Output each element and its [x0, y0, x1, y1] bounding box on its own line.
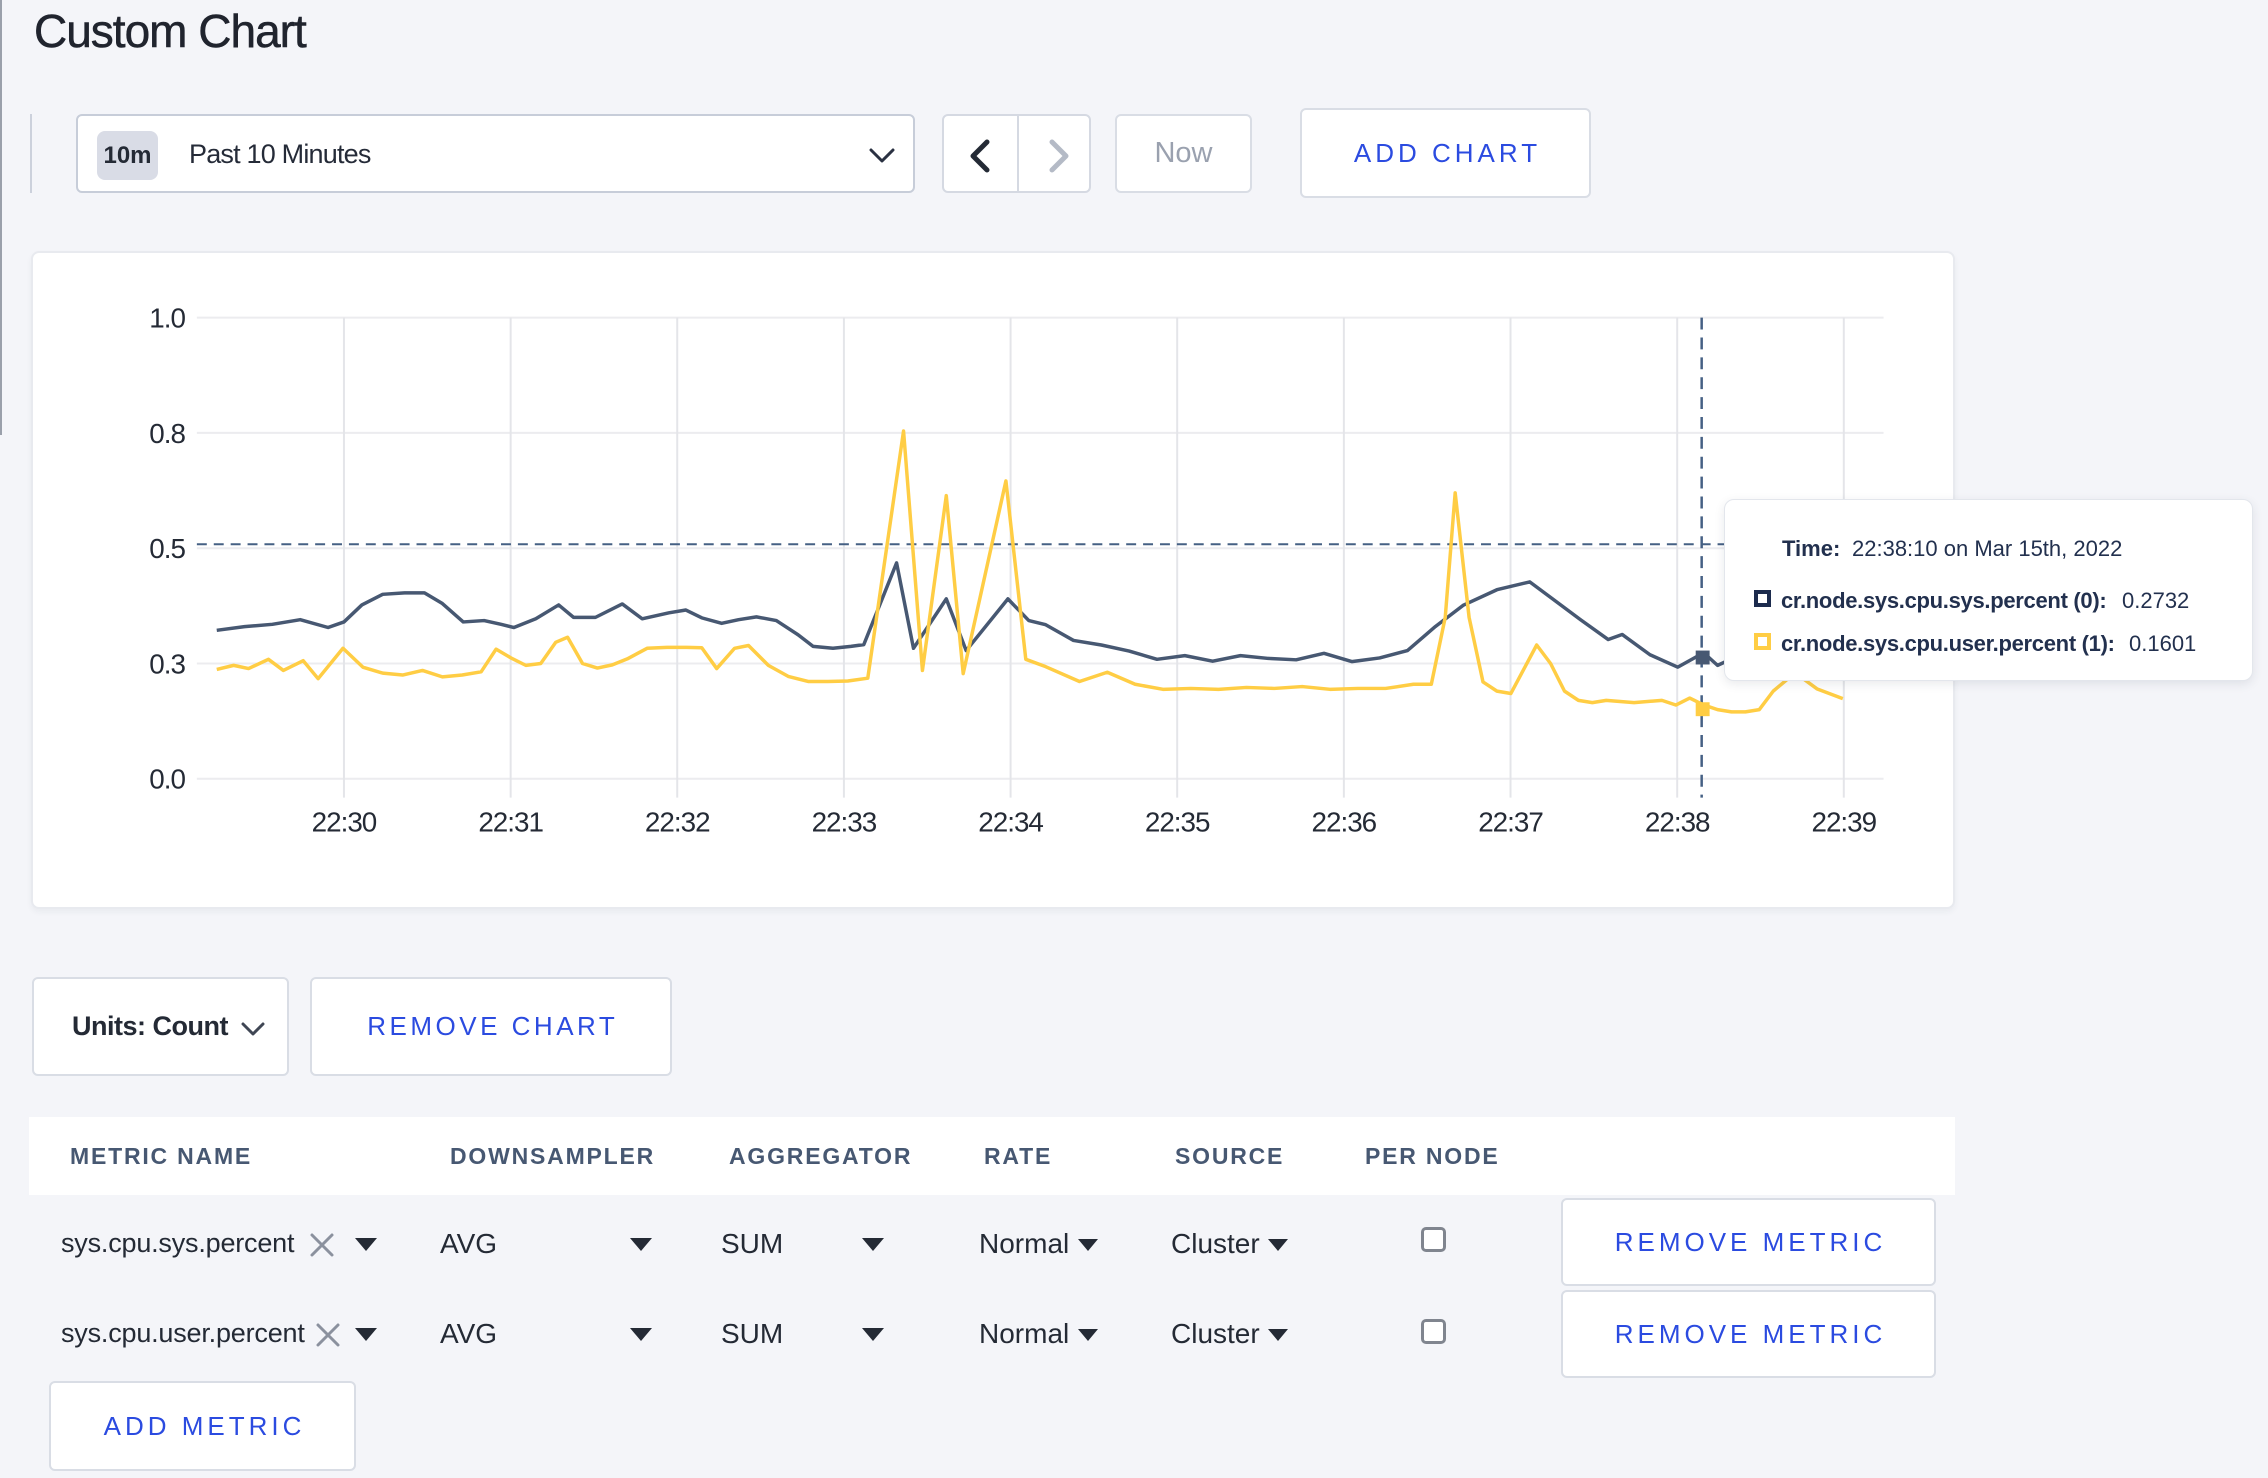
svg-text:0.0: 0.0 — [149, 764, 185, 795]
svg-text:22:32: 22:32 — [645, 806, 710, 837]
svg-text:22:37: 22:37 — [1478, 806, 1543, 837]
svg-text:22:34: 22:34 — [978, 806, 1043, 837]
svg-text:22:33: 22:33 — [812, 806, 877, 837]
svg-text:22:36: 22:36 — [1312, 806, 1377, 837]
svg-text:22:38: 22:38 — [1645, 806, 1710, 837]
svg-text:22:31: 22:31 — [478, 806, 543, 837]
svg-text:0.3: 0.3 — [149, 648, 185, 679]
svg-text:22:39: 22:39 — [1811, 806, 1876, 837]
svg-text:0.5: 0.5 — [149, 533, 185, 564]
svg-text:22:35: 22:35 — [1145, 806, 1210, 837]
svg-text:1.0: 1.0 — [149, 303, 185, 334]
svg-text:0.8: 0.8 — [149, 418, 185, 449]
svg-text:22:30: 22:30 — [312, 806, 377, 837]
